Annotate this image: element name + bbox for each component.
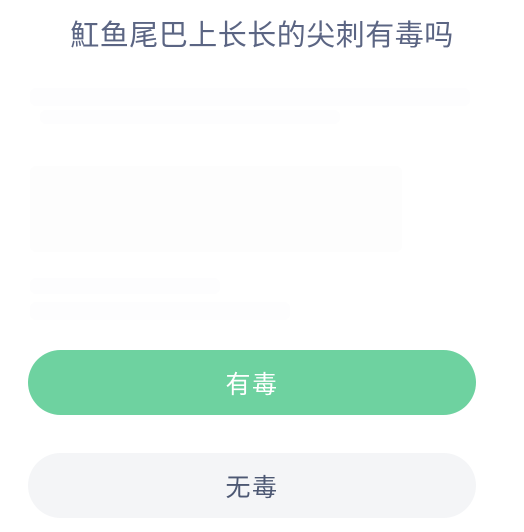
content-placeholder-line-2 [40,110,340,124]
content-placeholder-line-3 [30,278,220,294]
content-placeholder-line-1 [30,88,470,106]
page-title: 魟鱼尾巴上长长的尖刺有毒吗 [70,20,454,52]
answer-option-2-label: 无毒 [225,473,279,502]
answer-option-1[interactable]: 有毒 [28,350,476,415]
content-placeholder-block [30,166,402,252]
quiz-screen: 魟鱼尾巴上长长的尖刺有毒吗 有毒 无毒 [0,0,524,532]
answer-option-1-label: 有毒 [225,370,279,399]
content-placeholder-line-4 [30,302,290,320]
answer-options-list: 有毒 无毒 [28,350,476,518]
question-content-area [28,84,496,334]
answer-option-2[interactable]: 无毒 [28,453,476,518]
